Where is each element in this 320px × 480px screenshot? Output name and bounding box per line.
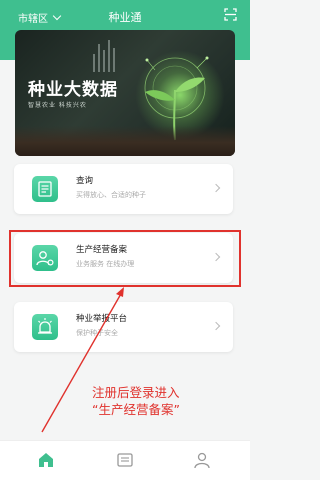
home-icon[interactable] bbox=[37, 451, 55, 469]
tab-bar bbox=[0, 440, 250, 480]
annotation-line-2: “生产经营备案” bbox=[92, 402, 180, 417]
message-icon[interactable] bbox=[116, 451, 134, 469]
annotation-text: 注册后登录进入 “生产经营备案” bbox=[92, 384, 180, 418]
person-icon[interactable] bbox=[193, 451, 211, 469]
annotation-line-1: 注册后登录进入 bbox=[92, 385, 180, 400]
